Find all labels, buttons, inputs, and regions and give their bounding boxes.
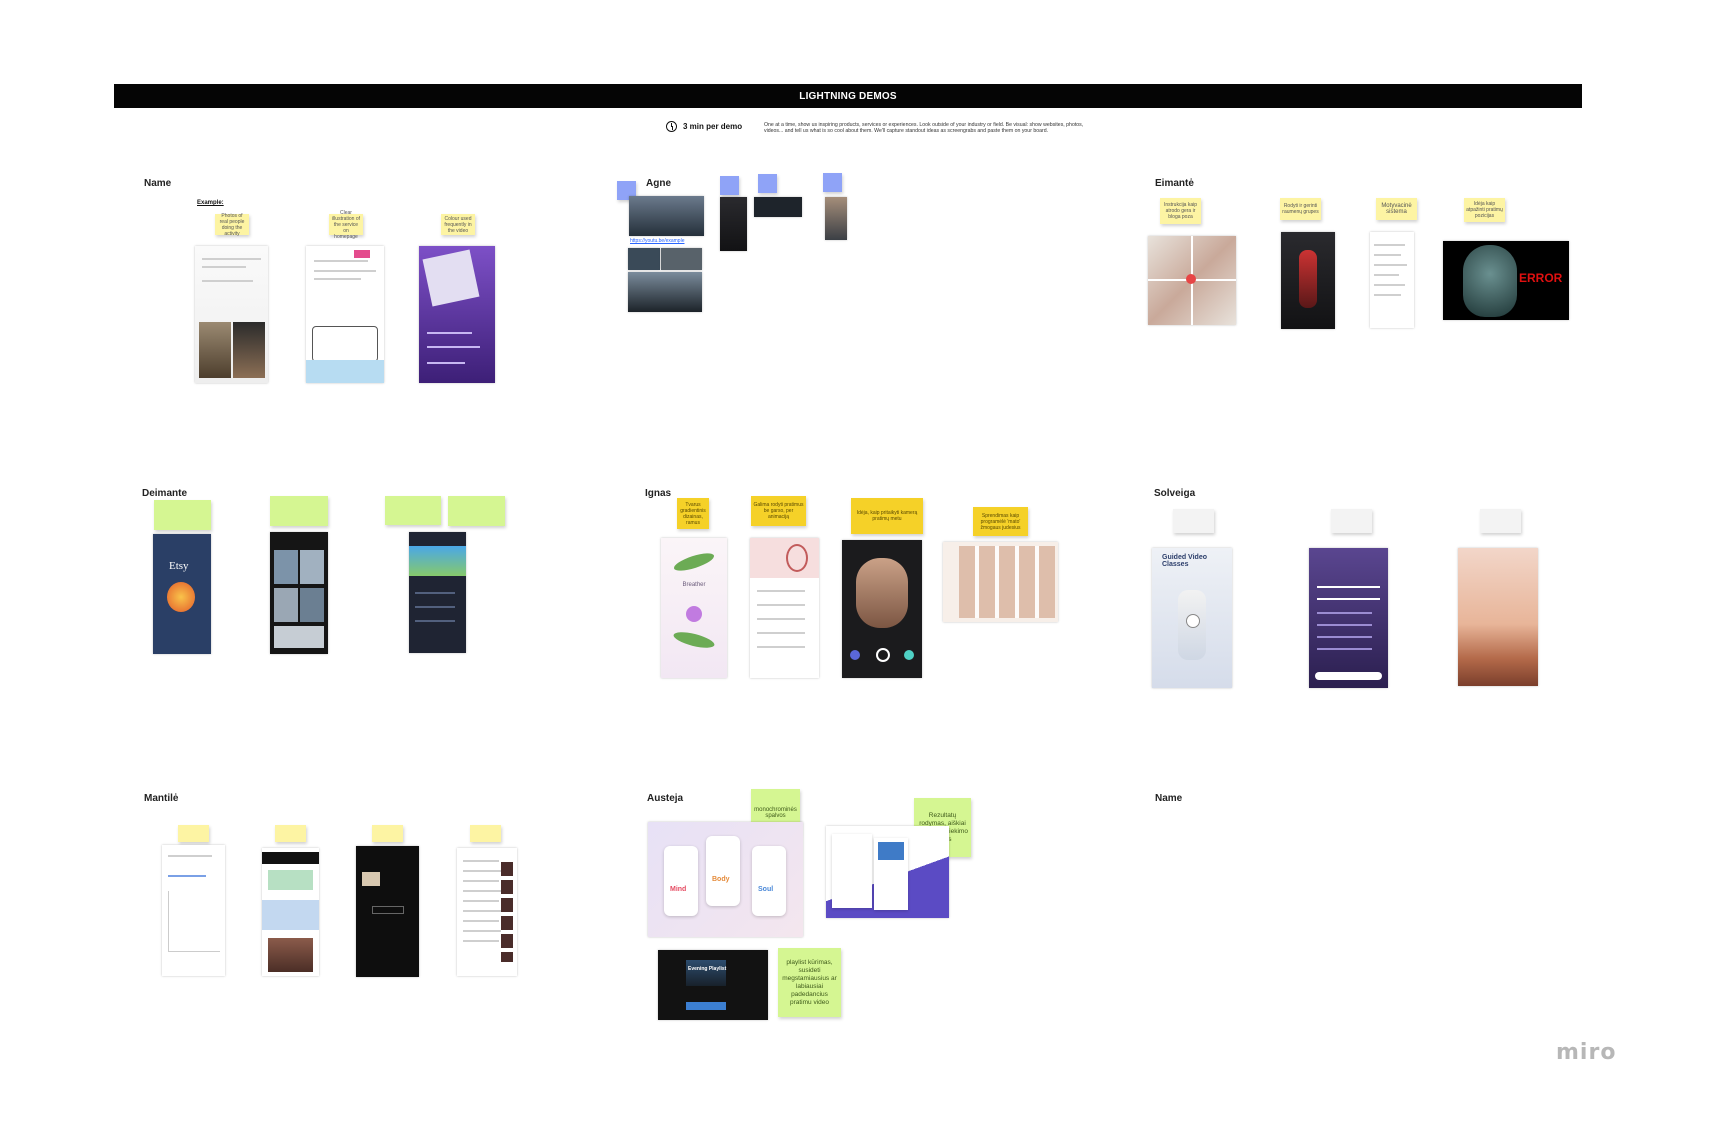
screenshot-face-tracking[interactable]: ERROR: [1443, 241, 1569, 320]
screenshot-cycling-app[interactable]: [750, 538, 819, 678]
sticky-note[interactable]: Motyvacinė sistema: [1376, 198, 1417, 220]
section-label-name[interactable]: Name: [144, 178, 171, 189]
sticky-note[interactable]: Idėja kaip atpažinti pratimų pozicijas: [1464, 198, 1505, 222]
sticky-note[interactable]: Sprendimas kaip programėlė 'mato' žmogau…: [973, 507, 1028, 536]
app-title: Breather: [682, 582, 706, 588]
screenshot-sunset[interactable]: [1458, 548, 1538, 686]
etsy-logo: Etsy: [169, 560, 189, 572]
sticky-note[interactable]: [372, 825, 403, 842]
sticky-note[interactable]: Colour used frequently in the video: [441, 214, 475, 235]
miro-logo: miro: [1556, 1040, 1617, 1065]
sticky-note[interactable]: [154, 500, 211, 530]
sticky-note[interactable]: Photos of real people doing the activity: [215, 213, 249, 237]
screenshot-article-list[interactable]: [457, 848, 517, 976]
example-label: Example:: [197, 200, 224, 206]
screenshot-purple-menu[interactable]: [1309, 548, 1388, 688]
section-label-ignas[interactable]: Ignas: [645, 488, 671, 499]
sticky-note[interactable]: Idėja, kaip pritaikyti kamerą pratimų me…: [851, 498, 923, 534]
screenshot-chart-app[interactable]: [162, 845, 225, 976]
sticky-note[interactable]: [385, 496, 441, 525]
sticky-note[interactable]: [270, 496, 328, 526]
sticky-note[interactable]: [448, 496, 505, 526]
screenshot-thumb[interactable]: [754, 197, 802, 217]
card-label: Mind: [670, 886, 687, 893]
section-label-name[interactable]: Name: [1155, 793, 1182, 804]
sticky-note[interactable]: Clear illustration of the service on hom…: [329, 210, 363, 240]
timer: 3 min per demo: [666, 121, 742, 132]
section-label-austeja[interactable]: Austeja: [647, 793, 683, 804]
screenshot-pose-grid[interactable]: [943, 542, 1058, 622]
playlist-title: Evening Playlist: [688, 966, 727, 972]
sticky-note[interactable]: [823, 173, 842, 192]
screenshot-progress-list[interactable]: [1370, 232, 1414, 328]
section-label-agne[interactable]: Agne: [646, 178, 671, 189]
screenshot-breather-app[interactable]: Breather: [661, 538, 727, 678]
screenshot-news-app[interactable]: [262, 848, 319, 976]
board-title: LIGHTNING DEMOS: [799, 90, 897, 102]
sticky-note[interactable]: [1331, 509, 1372, 533]
screenshot-camera-filter[interactable]: [842, 540, 922, 678]
card-label: Body: [712, 876, 730, 883]
sticky-note[interactable]: [178, 825, 209, 842]
screenshot-playlist-app[interactable]: Evening Playlist: [658, 950, 768, 1020]
sticky-note[interactable]: Rodyti ir gerinti raumenų grupes: [1280, 198, 1321, 220]
section-label-deimante[interactable]: Deimante: [142, 488, 187, 499]
timer-label: 3 min per demo: [683, 122, 743, 131]
screenshot-pose-guide[interactable]: [1148, 236, 1236, 325]
sticky-note[interactable]: playlist kūrimas, susideti megstamiausiu…: [778, 948, 841, 1017]
screenshot-exercise-grid[interactable]: [270, 532, 328, 654]
section-label-mantile[interactable]: Mantilė: [144, 793, 178, 804]
screenshot-dark-app[interactable]: [356, 846, 419, 977]
screenshot-mind-body-soul[interactable]: Mind Body Soul: [648, 822, 803, 937]
app-title: Guided Video Classes: [1162, 554, 1207, 568]
sticky-note[interactable]: [1173, 509, 1214, 533]
screenshot-results-app[interactable]: [826, 826, 949, 918]
screenshot-weather-app[interactable]: [409, 532, 466, 653]
sticky-note[interactable]: [275, 825, 306, 842]
screenshot-muscle-map[interactable]: [1281, 232, 1335, 329]
screenshot-video[interactable]: [629, 196, 704, 236]
instructions-text: One at a time, show us inspiring product…: [764, 122, 1084, 135]
screenshot-app[interactable]: [825, 197, 847, 240]
screenshot-runner[interactable]: [628, 272, 702, 312]
section-label-eimante[interactable]: Eimantė: [1155, 178, 1194, 189]
video-link[interactable]: https://youtu.be/example: [630, 238, 684, 244]
screenshot-thumb[interactable]: [628, 248, 660, 270]
card-label: Soul: [758, 886, 774, 893]
sticky-note[interactable]: Instrukcija kaip atrodo gera ir bloga po…: [1160, 198, 1201, 224]
board-title-banner: LIGHTNING DEMOS: [114, 84, 1582, 108]
screenshot-website[interactable]: [195, 246, 268, 383]
screenshot-thumb[interactable]: [661, 248, 702, 270]
screenshot-app[interactable]: [720, 197, 747, 251]
screenshot-illustrated-homepage[interactable]: [306, 246, 384, 383]
screenshot-yoga-video-app[interactable]: Guided Video Classes: [1152, 548, 1232, 688]
sticky-note[interactable]: [470, 825, 501, 842]
screenshot-etsy-app[interactable]: Etsy: [153, 534, 211, 654]
sticky-note[interactable]: [1480, 509, 1521, 533]
error-text: ERROR: [1519, 271, 1563, 285]
sticky-note[interactable]: [758, 174, 777, 193]
screenshot-purple-app[interactable]: [419, 246, 495, 383]
sticky-note[interactable]: Tvarus gradientinis dizainas, ramus: [677, 498, 709, 529]
section-label-solveiga[interactable]: Solveiga: [1154, 488, 1195, 499]
sticky-note[interactable]: [720, 176, 739, 195]
sticky-note[interactable]: Galima rodyti pratimus be garso, per ani…: [751, 496, 806, 526]
clock-icon: [666, 121, 677, 132]
